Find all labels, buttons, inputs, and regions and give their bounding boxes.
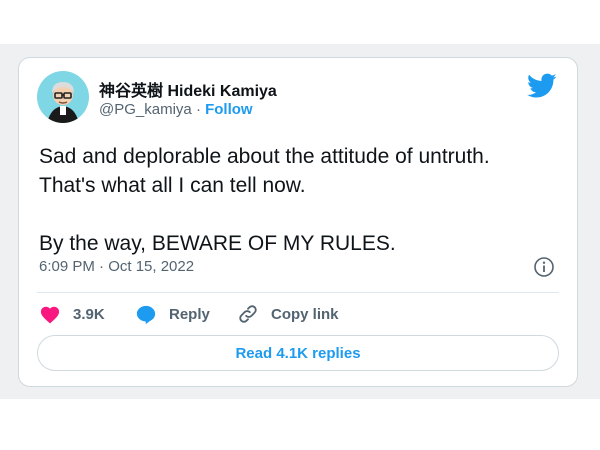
follow-link[interactable]: Follow [205,101,253,118]
reply-bubble-icon [136,305,156,324]
tweet-text-line: Sad and deplorable about the attitude of… [39,145,490,168]
copy-link-label: Copy link [271,305,339,323]
separator-dot: · [195,101,201,118]
tweet-timestamp[interactable]: 6:09 PM · Oct 15, 2022 [39,258,194,275]
tweet-text-line: By the way, BEWARE OF MY RULES. [39,232,396,255]
heart-icon [40,306,60,324]
like-count: 3.9K [73,305,105,323]
author-handle-row: @PG_kamiya · Follow [99,101,253,118]
twitter-bird-icon[interactable] [527,73,557,99]
tweet-text-line: That's what all I can tell now. [39,174,306,197]
author-display-name[interactable]: 神谷英樹 Hideki Kamiya [99,77,277,101]
tweet-card: 神谷英樹 Hideki Kamiya @PG_kamiya · Follow S… [18,57,578,387]
reply-button[interactable]: Reply [135,301,210,327]
read-replies-label: Read 4.1K replies [235,344,361,362]
reply-label: Reply [169,305,210,323]
divider [37,292,559,293]
copy-link-button[interactable]: Copy link [237,301,339,327]
tweet-text: Sad and deplorable about the attitude of… [39,142,564,258]
like-button[interactable]: 3.9K [39,301,105,327]
author-handle[interactable]: @PG_kamiya [99,101,192,118]
read-replies-button[interactable]: Read 4.1K replies [37,335,559,371]
avatar[interactable] [37,71,89,123]
info-icon[interactable] [533,256,555,278]
link-icon [239,305,257,323]
